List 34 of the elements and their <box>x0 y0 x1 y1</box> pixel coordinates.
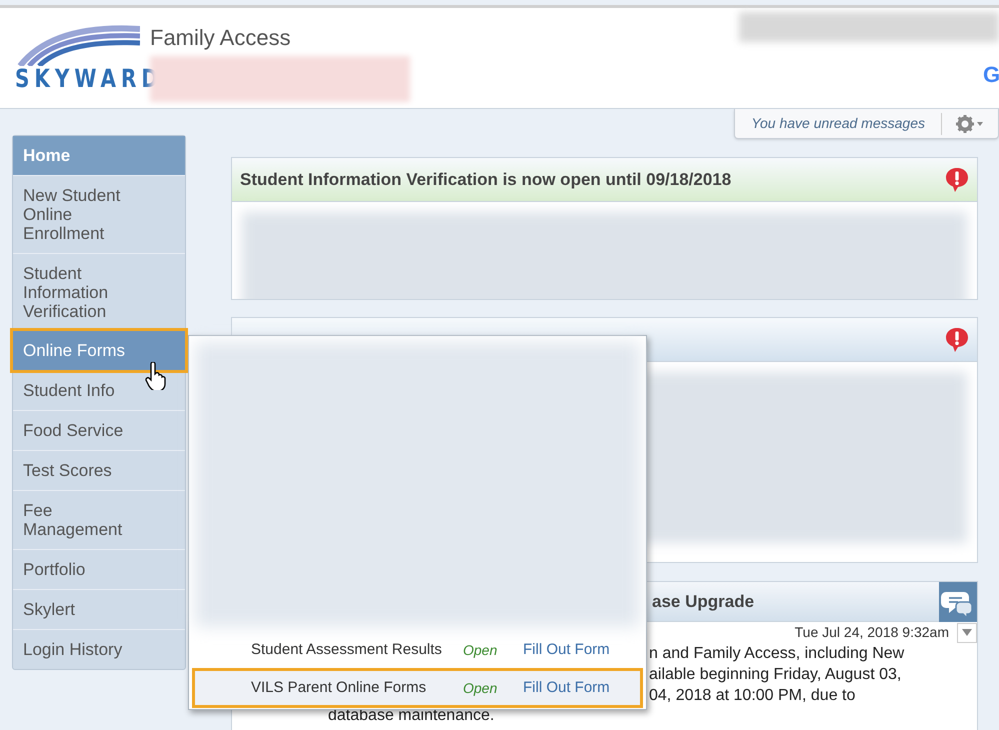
nav-item[interactable]: Skylert <box>13 589 185 629</box>
form-name: Student Assessment Results <box>251 640 443 660</box>
swoosh-icon <box>15 24 140 66</box>
logo-text: SKYWARD <box>15 66 164 90</box>
nav-item[interactable]: Login History <box>13 629 185 669</box>
nav-item[interactable]: Food Service <box>13 410 185 450</box>
card-title: Student Information Verification is now open until 09/18/2018 <box>240 168 732 191</box>
nav-item[interactable]: New Student Online Enrollment <box>13 175 185 253</box>
fill-out-form-link[interactable]: Fill Out Form <box>523 638 610 662</box>
message-date: Tue Jul 24, 2018 9:32am <box>794 623 949 642</box>
expand-toggle[interactable] <box>957 622 977 642</box>
message-text: 04, 2018 at 10:00 PM, due to <box>649 686 856 706</box>
app-title: Family Access <box>150 24 292 52</box>
fill-out-form-link[interactable]: Fill Out Form <box>523 676 610 700</box>
alert-icon <box>945 166 969 192</box>
nav-item[interactable]: Home <box>13 136 185 175</box>
nav-item[interactable]: Online Forms <box>13 331 185 370</box>
gear-dropdown-icon[interactable] <box>956 114 984 132</box>
message-text: database maintenance. <box>327 706 496 726</box>
message-text: n and Family Access, including New <box>649 644 906 664</box>
form-row[interactable]: VILS Parent Online Forms Open Fill Out Form <box>195 671 640 705</box>
alert-icon <box>945 326 969 352</box>
message-text: ailable beginning Friday, August 03, <box>649 665 902 685</box>
unread-messages-link[interactable]: You have unread messages <box>735 113 941 134</box>
hand-cursor-icon <box>145 362 167 390</box>
caret-icon <box>962 629 972 636</box>
nav-item[interactable]: Fee Management <box>13 490 185 549</box>
nav-item[interactable]: Test Scores <box>13 450 185 490</box>
form-name: VILS Parent Online Forms <box>251 678 428 698</box>
nav-item[interactable]: Portfolio <box>13 549 185 589</box>
card-title: ase Upgrade <box>652 590 754 613</box>
chat-bubbles-icon[interactable] <box>939 582 977 622</box>
form-status: Open <box>463 640 498 660</box>
form-status: Open <box>463 678 498 698</box>
